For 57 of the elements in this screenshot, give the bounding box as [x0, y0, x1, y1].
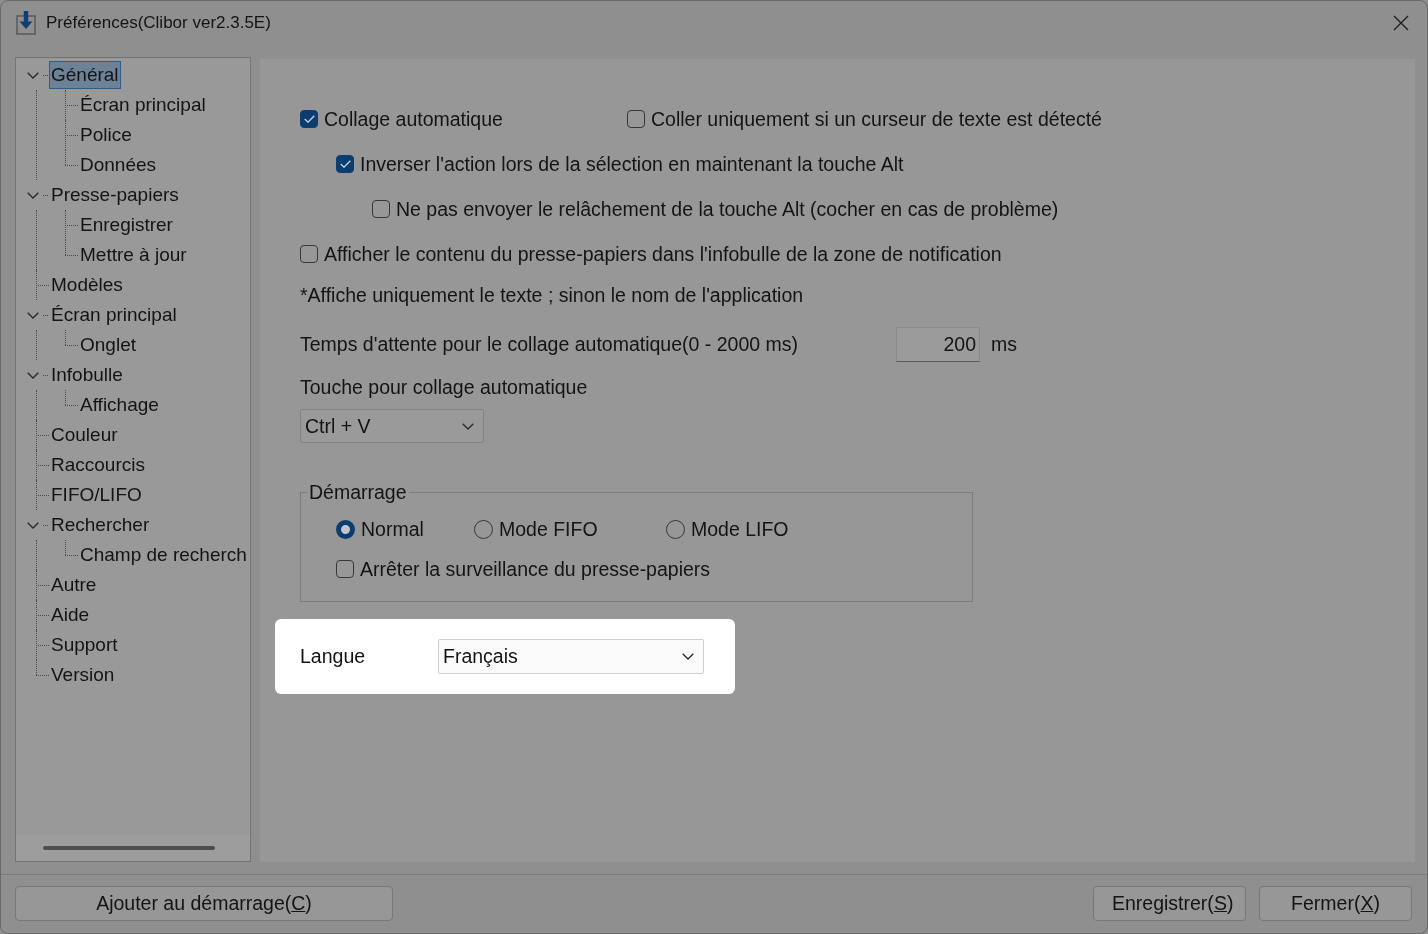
- checkbox-label[interactable]: Inverser l'action lors de la sélection en maintenant la touche Alt: [360, 152, 904, 176]
- dropdown[interactable]: Français: [438, 639, 704, 674]
- dialog-button[interactable]: Enregistrer(S): [1093, 886, 1246, 921]
- group-title: Démarrage: [308, 481, 408, 503]
- tree-item[interactable]: Général: [49, 61, 121, 89]
- unit-label: ms: [991, 333, 1017, 356]
- checkbox-label[interactable]: Coller uniquement si un curseur de texte est détecté: [651, 107, 1102, 131]
- field-label: Langue: [300, 645, 366, 667]
- scrollbar-thumb[interactable]: [43, 846, 215, 850]
- tree-item[interactable]: Onglet: [78, 331, 138, 359]
- tree-item[interactable]: Données: [78, 151, 159, 179]
- tree-item[interactable]: Raccourcis: [49, 451, 147, 479]
- field-label: Temps d'attente pour le collage automatique(0 - 2000 ms): [300, 333, 798, 355]
- checkmark-icon: [303, 115, 315, 123]
- dropdown[interactable]: Ctrl + V: [300, 409, 484, 443]
- tree-item[interactable]: Écran principal: [49, 301, 179, 329]
- field-label: Touche pour collage automatique: [300, 376, 588, 398]
- radio-label[interactable]: Mode LIFO: [691, 517, 789, 541]
- tree-item[interactable]: Modèles: [49, 271, 125, 299]
- dialog-button[interactable]: Ajouter au démarrage(C): [15, 886, 393, 921]
- tree-item[interactable]: Presse-papiers: [49, 181, 181, 209]
- checkbox-label[interactable]: Afficher le contenu du presse-papiers dans l'infobulle de la zone de notification: [324, 242, 1002, 266]
- tree-item[interactable]: Police: [78, 121, 134, 149]
- checkbox[interactable]: [300, 245, 318, 263]
- window-title: Préférences(Clibor ver2.3.5E): [46, 12, 271, 33]
- tree-item[interactable]: Aide: [49, 601, 92, 629]
- tree-item[interactable]: Mettre à jour: [78, 241, 189, 269]
- number-field[interactable]: 200: [896, 327, 980, 362]
- tree-item[interactable]: Version: [49, 661, 117, 689]
- radio-label[interactable]: Normal: [361, 517, 424, 541]
- close-icon[interactable]: [1393, 14, 1409, 31]
- checkbox[interactable]: [336, 155, 354, 173]
- checkbox[interactable]: [627, 110, 645, 128]
- tree-item[interactable]: Écran principal: [78, 91, 208, 119]
- tree-item[interactable]: Affichage: [78, 391, 161, 419]
- checkbox-label[interactable]: Ne pas envoyer le relâchement de la touche Alt (cocher en cas de problème): [396, 197, 1059, 221]
- tree-item[interactable]: Infobulle: [49, 361, 125, 389]
- radio-label[interactable]: Mode FIFO: [499, 517, 598, 541]
- down-arrow-icon: [16, 10, 36, 35]
- checkbox-label[interactable]: Arrêter la surveillance du presse-papiers: [360, 557, 711, 581]
- checkmark-icon: [339, 160, 351, 168]
- tree-item[interactable]: Enregistrer: [78, 211, 175, 239]
- checkbox[interactable]: [336, 560, 354, 578]
- radio-button[interactable]: [336, 519, 355, 539]
- tree-item[interactable]: Couleur: [49, 421, 120, 449]
- checkbox-label[interactable]: Collage automatique: [324, 107, 503, 131]
- tree-item[interactable]: Champ de recherch: [78, 541, 249, 569]
- chevron-down-icon[interactable]: [682, 653, 694, 660]
- horizontal-scrollbar[interactable]: [16, 835, 250, 861]
- checkbox[interactable]: [300, 110, 318, 128]
- tree-item[interactable]: Autre: [49, 571, 99, 599]
- checkbox[interactable]: [372, 200, 390, 218]
- tree-item[interactable]: Support: [49, 631, 120, 659]
- note-text: *Affiche uniquement le texte ; sinon le nom de l'application: [300, 284, 804, 306]
- dialog-button[interactable]: Fermer(X): [1259, 886, 1412, 921]
- tree-item[interactable]: Rechercher: [49, 511, 152, 539]
- tree-item[interactable]: FIFO/LIFO: [49, 481, 144, 509]
